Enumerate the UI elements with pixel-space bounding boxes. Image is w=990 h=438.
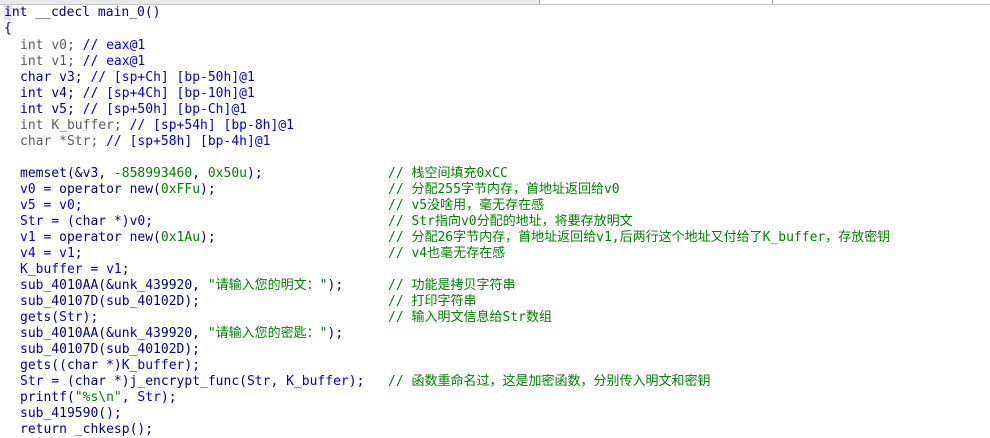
code-line[interactable]: sub_419590(); [20, 406, 122, 422]
tab-inactive[interactable] [540, 0, 773, 4]
code-line[interactable]: sub_4010AA(&unk_439920, "请输入您的密匙："); [20, 326, 343, 342]
code-comment: // v5没啥用，毫无存在感 [388, 198, 545, 213]
code-comment: // 分配26字节内存，首地址返回给v1,后两行这个地址又付给了K_buffer… [388, 230, 891, 245]
code-line[interactable]: v4 = v1; [20, 246, 83, 262]
decl-line[interactable]: int v4; // [sp+4Ch] [bp-10h]@1 [20, 86, 255, 102]
code-line[interactable]: printf("%s\n", Str); [20, 390, 177, 406]
decl-line[interactable]: int v1; // eax@1 [20, 54, 145, 70]
code-line[interactable]: memset(&v3, -858993460, 0x50u); [20, 166, 263, 182]
function-signature[interactable]: int __cdecl main_0() [4, 5, 161, 21]
code-line[interactable]: Str = (char *)v0; [20, 214, 153, 230]
code-line[interactable]: v0 = operator new(0xFFu); [20, 182, 216, 198]
decl-line[interactable]: int K_buffer; // [sp+54h] [bp-8h]@1 [20, 118, 294, 134]
pseudocode-view[interactable]: int __cdecl main_0() { int v0; // eax@1 … [4, 5, 990, 437]
code-comment: // Str指向v0分配的地址，将要存放明文 [388, 214, 633, 229]
code-line[interactable]: v5 = v0; [20, 198, 83, 214]
code-line[interactable]: gets(Str); [20, 310, 98, 326]
decl-line[interactable]: char *Str; // [sp+58h] [bp-4h]@1 [20, 134, 270, 150]
code-comment: // 输入明文信息给Str数组 [388, 310, 552, 325]
decl-line[interactable]: int v5; // [sp+50h] [bp-Ch]@1 [20, 102, 247, 118]
code-line[interactable]: K_buffer = v1; [20, 262, 130, 278]
code-comment: // 功能是拷贝字符串 [388, 278, 516, 293]
code-line[interactable]: gets((char *)K_buffer); [20, 358, 200, 374]
code-line[interactable]: sub_40107D(sub_40102D); [20, 342, 200, 358]
text-cursor: i [4, 5, 12, 20]
tab-active[interactable] [0, 0, 540, 4]
code-line[interactable]: sub_40107D(sub_40102D); [20, 294, 200, 310]
code-line[interactable]: sub_4010AA(&unk_439920, "请输入您的明文："); [20, 278, 343, 294]
code-line[interactable]: Str = (char *)j_encrypt_func(Str, K_buff… [20, 374, 364, 390]
code-comment: // v4也毫无存在感 [388, 246, 506, 261]
code-comment: // 栈空间填充0xCC [388, 166, 508, 181]
decl-line[interactable]: char v3; // [sp+Ch] [bp-50h]@1 [20, 70, 255, 86]
code-comment: // 打印字符串 [388, 294, 477, 309]
code-line[interactable]: return _chkesp(); [20, 422, 153, 438]
code-line[interactable]: v1 = operator new(0x1Au); [20, 230, 216, 246]
code-comment: // 函数重命名过，这是加密函数，分别传入明文和密钥 [388, 374, 711, 389]
signature-text: nt __cdecl main_0() [11, 5, 161, 20]
open-brace: { [4, 21, 12, 36]
decl-line[interactable]: int v0; // eax@1 [20, 38, 145, 54]
code-comment: // 分配255字节内存，首地址返回给v0 [388, 182, 620, 197]
